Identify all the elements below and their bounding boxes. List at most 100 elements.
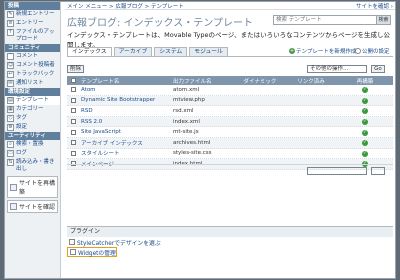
sidebar-item-settings[interactable]: ⚙ 設定 bbox=[5, 123, 60, 132]
entries-icon: ≡ bbox=[7, 20, 14, 27]
sidebar-item-notifications[interactable]: ✉ 通知リスト bbox=[5, 79, 60, 88]
row-checkbox[interactable] bbox=[70, 150, 76, 156]
comment-icon: “ bbox=[7, 53, 14, 60]
tab-archive[interactable]: アーカイブ bbox=[113, 47, 153, 56]
breadcrumb[interactable]: メイン メニュー > 広報ブログ > テンプレート bbox=[65, 2, 184, 10]
header-name[interactable]: テンプレート名 bbox=[79, 77, 173, 85]
check-icon: ✓ bbox=[362, 119, 368, 126]
go-button[interactable]: Go bbox=[371, 65, 385, 73]
sidebar-rebuild-button[interactable]: サイトを再構築 bbox=[7, 176, 58, 198]
search-button[interactable]: 検索 bbox=[376, 16, 390, 24]
page-description: インデックス・テンプレートは、Movable Typeのページ、またはいろいろな… bbox=[67, 31, 390, 49]
row-checkbox[interactable] bbox=[70, 140, 76, 146]
table-row: RSS 2.0 index.xml ✓ bbox=[67, 116, 393, 128]
table-row: Site JavaScript mt-site.js ✓ bbox=[67, 127, 393, 138]
row-checkbox[interactable] bbox=[70, 97, 76, 103]
widget-manager-link[interactable]: Widgetの管理 bbox=[67, 247, 117, 257]
category-icon: ▦ bbox=[7, 106, 14, 113]
template-name[interactable]: Atom bbox=[81, 87, 96, 93]
template-name[interactable]: RSS 2.0 bbox=[81, 119, 102, 125]
action-row: 削除 その他の操作... Go bbox=[67, 64, 393, 74]
select-all-checkbox[interactable] bbox=[70, 78, 76, 83]
table-row: Atom atom.xml ✓ bbox=[67, 85, 393, 96]
app-window: 投稿 ✎ 新規エントリー ≡ エントリー ↑ ファイルのアップロード コミュニティ “… bbox=[4, 1, 396, 279]
widget-icon bbox=[70, 249, 76, 255]
go-button-bottom[interactable] bbox=[371, 167, 385, 175]
row-checkbox[interactable] bbox=[70, 87, 76, 93]
site-confirm-link[interactable]: サイトを確認 › bbox=[356, 2, 395, 10]
sidebar: 投稿 ✎ 新規エントリー ≡ エントリー ↑ ファイルのアップロード コミュニティ “… bbox=[5, 2, 61, 278]
check-icon: ✓ bbox=[362, 150, 368, 157]
sidebar-item-commenters[interactable]: ☺ コメント投稿者 bbox=[5, 61, 60, 70]
row-checkbox[interactable] bbox=[70, 108, 76, 114]
plugins-header: プラグイン bbox=[67, 227, 393, 237]
sidebar-item-import-export[interactable]: ⇅ 読み込み・書き出し bbox=[5, 158, 60, 174]
more-actions-select-bottom[interactable] bbox=[307, 167, 367, 175]
tab-system[interactable]: システム bbox=[154, 47, 188, 56]
search-input[interactable] bbox=[274, 16, 376, 24]
stylecatcher-icon bbox=[69, 239, 75, 245]
sidebar-item-tags[interactable]: ◇ タグ bbox=[5, 114, 60, 123]
rebuild-icon bbox=[10, 183, 17, 191]
template-name[interactable]: Dynamic Site Bootstrapper bbox=[81, 97, 155, 103]
header-dynamic[interactable]: ダイナミック bbox=[235, 77, 285, 85]
new-template-link[interactable]: + テンプレートを新規作成 bbox=[289, 47, 356, 55]
page-title: 広報ブログ: インデックス・テンプレート bbox=[67, 18, 253, 29]
plugins-panel: プラグイン StyleCatcherでデザインを選ぶ Widgetの管理 bbox=[67, 226, 393, 257]
publish-settings-label: 公開の設定 bbox=[362, 49, 390, 55]
tab-index[interactable]: インデックス bbox=[67, 47, 112, 56]
sidebar-section-utilities: ユーティリティ bbox=[5, 132, 60, 140]
sidebar-item-upload[interactable]: ↑ ファイルのアップロード bbox=[5, 28, 60, 44]
template-name[interactable]: RSD bbox=[81, 108, 93, 114]
template-name[interactable]: Site JavaScript bbox=[81, 129, 121, 135]
sidebar-section-post: 投稿 bbox=[5, 2, 60, 10]
sidebar-item-comments[interactable]: “コメント bbox=[5, 52, 60, 61]
publish-settings-link[interactable]: 公開の設定 bbox=[355, 47, 390, 55]
output-file: atom.xml bbox=[173, 86, 200, 93]
delete-button[interactable]: 削除 bbox=[67, 65, 85, 73]
commenter-icon: ☺ bbox=[7, 62, 15, 69]
output-file: index.xml bbox=[173, 118, 200, 125]
sidebar-item-entries[interactable]: ≡ エントリー bbox=[5, 19, 60, 28]
check-icon: ✓ bbox=[362, 129, 368, 136]
row-checkbox[interactable] bbox=[70, 119, 76, 125]
sidebar-item-trackbacks[interactable]: ↩ トラックバック bbox=[5, 70, 60, 79]
header-rebuild[interactable]: 再構築 bbox=[337, 77, 393, 85]
gear-icon: ⚙ bbox=[7, 124, 14, 131]
table-row: Dynamic Site Bootstrapper mtview.php ✓ bbox=[67, 95, 393, 107]
sidebar-item-categories[interactable]: ▦ カテゴリー bbox=[5, 105, 60, 114]
notification-icon: ✉ bbox=[7, 80, 14, 87]
plus-icon: + bbox=[289, 48, 295, 54]
check-icon: ✓ bbox=[362, 97, 368, 104]
row-checkbox[interactable] bbox=[70, 129, 76, 135]
template-name[interactable]: スタイルシート bbox=[81, 151, 120, 157]
widget-manager-label: Widgetの管理 bbox=[78, 250, 116, 257]
stylecatcher-link[interactable]: StyleCatcherでデザインを選ぶ bbox=[67, 237, 393, 247]
output-file: mtview.php bbox=[173, 97, 205, 104]
sidebar-view-site-button[interactable]: サイトを確認 bbox=[7, 200, 58, 213]
header-file[interactable]: 出力ファイル名 bbox=[173, 77, 235, 85]
log-icon: ▭ bbox=[7, 150, 14, 157]
check-icon: ✓ bbox=[362, 108, 368, 115]
table-row: スタイルシート styles-site.css ✓ bbox=[67, 149, 393, 160]
sidebar-item-new-entry[interactable]: ✎ 新規エントリー bbox=[5, 10, 60, 19]
sidebar-item-templates[interactable]: ▤ テンプレート bbox=[5, 96, 60, 105]
search-box: 検索 bbox=[273, 15, 391, 25]
check-icon: ✓ bbox=[362, 140, 368, 147]
sidebar-item-search-replace[interactable]: ⌕ 検索・置換 bbox=[5, 140, 60, 149]
more-actions-select[interactable]: その他の操作... bbox=[307, 65, 367, 73]
search-icon: ⌕ bbox=[7, 141, 14, 148]
tag-icon: ◇ bbox=[7, 115, 14, 122]
import-export-icon: ⇅ bbox=[7, 159, 14, 166]
sidebar-item-log[interactable]: ▭ ログ bbox=[5, 149, 60, 158]
top-bar: メイン メニュー > 広報ブログ > テンプレート サイトを確認 › bbox=[65, 2, 395, 10]
trackback-icon: ↩ bbox=[7, 71, 14, 78]
output-file: styles-site.css bbox=[173, 150, 212, 157]
template-name[interactable]: アーカイブ インデックス bbox=[81, 141, 143, 147]
new-entry-icon: ✎ bbox=[7, 11, 14, 18]
header-linked[interactable]: リンク済み bbox=[285, 77, 337, 85]
template-icon: ▤ bbox=[7, 97, 14, 104]
stylecatcher-label: StyleCatcherでデザインを選ぶ bbox=[77, 240, 161, 247]
table-header: テンプレート名 出力ファイル名 ダイナミック リンク済み 再構築 bbox=[67, 76, 393, 85]
tab-module[interactable]: モジュール bbox=[189, 47, 228, 56]
